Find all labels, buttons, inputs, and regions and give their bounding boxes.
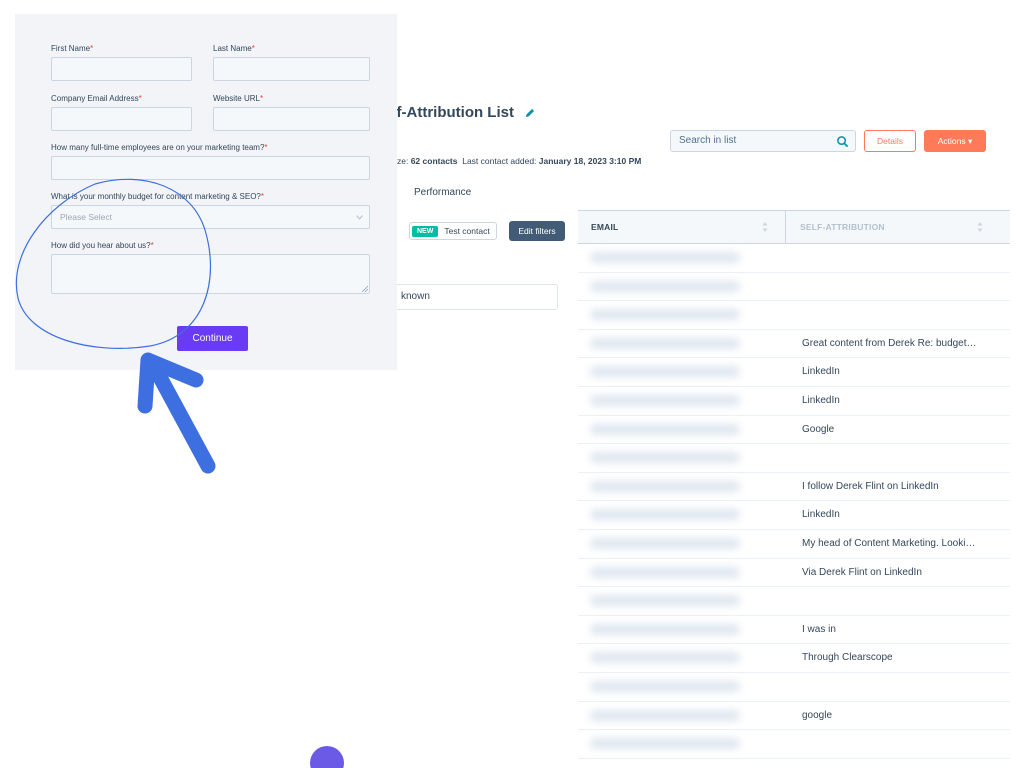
website-label: Website URL*	[213, 94, 264, 103]
first-name-field[interactable]	[51, 57, 192, 81]
table-row[interactable]: google	[578, 702, 1010, 731]
attribution-cell: I follow Derek Flint on LinkedIn	[802, 480, 939, 492]
budget-label: What is your monthly budget for content …	[51, 192, 265, 201]
company-email-field[interactable]	[51, 107, 192, 131]
email-cell-redacted	[590, 452, 740, 464]
table-row[interactable]: LinkedIn	[578, 501, 1010, 530]
attribution-cell: Google	[802, 423, 835, 435]
last-added-label: Last contact added:	[462, 156, 539, 166]
email-cell-redacted	[590, 309, 740, 321]
email-cell-redacted	[590, 394, 740, 406]
resize-grip-icon[interactable]	[362, 286, 368, 292]
details-button[interactable]: Details	[864, 130, 916, 152]
table-row[interactable]: Through Clearscope	[578, 644, 1010, 673]
test-contact-chip[interactable]: NEW Test contact	[409, 222, 497, 240]
email-cell-redacted	[590, 566, 740, 578]
email-cell-redacted	[590, 709, 740, 721]
table-row[interactable]: I follow Derek Flint on LinkedIn	[578, 473, 1010, 502]
email-header-label: EMAIL	[591, 222, 619, 232]
attribution-cell: LinkedIn	[802, 366, 840, 378]
table-row[interactable]	[578, 587, 1010, 616]
attribution-cell: Via Derek Flint on LinkedIn	[802, 566, 922, 578]
pencil-icon[interactable]	[524, 107, 536, 119]
table-row[interactable]	[578, 444, 1010, 473]
email-cell-redacted	[590, 480, 740, 492]
attribution-cell: LinkedIn	[802, 394, 840, 406]
filter-field[interactable]: known	[394, 284, 558, 310]
table-row[interactable]	[578, 730, 1010, 759]
table-row[interactable]: LinkedIn	[578, 387, 1010, 416]
email-cell-redacted	[590, 252, 740, 263]
table-header: EMAIL SELF-ATTRIBUTION	[578, 210, 1010, 244]
list-title-text: elf-Attribution List	[384, 104, 514, 121]
last-name-field[interactable]	[213, 57, 370, 81]
email-cell-redacted	[590, 738, 740, 750]
attribution-cell: Through Clearscope	[802, 652, 893, 664]
list-meta: ze: 62 contacts Last contact added: Janu…	[397, 156, 641, 166]
attribution-cell: LinkedIn	[802, 509, 840, 521]
sort-icon[interactable]	[762, 221, 768, 233]
edit-filters-button[interactable]: Edit filters	[509, 221, 565, 241]
budget-select[interactable]: Please Select	[51, 205, 370, 229]
email-cell-redacted	[590, 366, 740, 378]
last-name-label: Last Name*	[213, 44, 255, 53]
column-header-self-attribution[interactable]: SELF-ATTRIBUTION	[787, 211, 997, 244]
attribution-header-label: SELF-ATTRIBUTION	[800, 222, 885, 232]
email-cell-redacted	[590, 337, 740, 349]
search-placeholder: Search in list	[679, 135, 737, 146]
actions-button[interactable]: Actions ▾	[924, 130, 986, 152]
attribution-cell: I was in	[802, 623, 836, 635]
email-cell-redacted	[590, 537, 740, 549]
table-row[interactable]	[578, 301, 1010, 330]
email-cell-redacted	[590, 652, 740, 664]
email-cell-redacted	[590, 423, 740, 435]
email-cell-redacted	[590, 509, 740, 521]
email-cell-redacted	[590, 623, 740, 635]
employees-field[interactable]	[51, 156, 370, 180]
employees-label: How many full-time employees are on your…	[51, 143, 268, 152]
sort-icon[interactable]	[977, 221, 983, 233]
filter-bar: NEW Test contact Edit filters	[397, 210, 577, 254]
budget-placeholder: Please Select	[60, 212, 112, 222]
attribution-cell: My head of Content Marketing. Looki…	[802, 537, 976, 549]
last-added-value: January 18, 2023 3:10 PM	[538, 156, 642, 166]
company-email-label: Company Email Address*	[51, 94, 142, 103]
table-row[interactable]: I was in	[578, 616, 1010, 645]
table-body: Great content from Derek Re: budget… Link…	[578, 244, 1010, 759]
website-field[interactable]	[213, 107, 370, 131]
email-cell-redacted	[590, 280, 740, 292]
table-row[interactable]	[578, 244, 1010, 273]
continue-button[interactable]: Continue	[177, 326, 248, 351]
signup-form: First Name* Last Name* Company Email Add…	[15, 14, 397, 370]
heard-textarea[interactable]	[51, 254, 370, 294]
table-row[interactable]: LinkedIn	[578, 358, 1010, 387]
attribution-cell: Great content from Derek Re: budget…	[802, 337, 977, 349]
table-row[interactable]: Google	[578, 416, 1010, 445]
size-prefix: ze:	[397, 156, 411, 166]
contacts-table: EMAIL SELF-ATTRIBUTION Great content fro…	[578, 210, 1010, 768]
table-row[interactable]	[578, 673, 1010, 702]
new-badge: NEW	[412, 225, 439, 237]
email-cell-redacted	[590, 680, 740, 692]
table-row[interactable]	[578, 273, 1010, 302]
attribution-cell: google	[802, 709, 833, 721]
search-input[interactable]: Search in list	[670, 130, 856, 152]
table-row[interactable]: Great content from Derek Re: budget…	[578, 330, 1010, 359]
column-header-email[interactable]: EMAIL	[578, 211, 786, 244]
heard-label: How did you hear about us?*	[51, 241, 154, 250]
chevron-down-icon	[356, 215, 363, 220]
list-size: 62 contacts	[410, 156, 458, 166]
test-contact-label: Test contact	[444, 226, 490, 236]
email-cell-redacted	[590, 595, 740, 607]
search-icon[interactable]	[836, 135, 849, 148]
table-row[interactable]: Via Derek Flint on LinkedIn	[578, 559, 1010, 588]
tab-performance[interactable]: Performance	[414, 187, 471, 198]
first-name-label: First Name*	[51, 44, 94, 53]
list-title: elf-Attribution List	[384, 104, 536, 121]
table-row[interactable]: My head of Content Marketing. Looki…	[578, 530, 1010, 559]
